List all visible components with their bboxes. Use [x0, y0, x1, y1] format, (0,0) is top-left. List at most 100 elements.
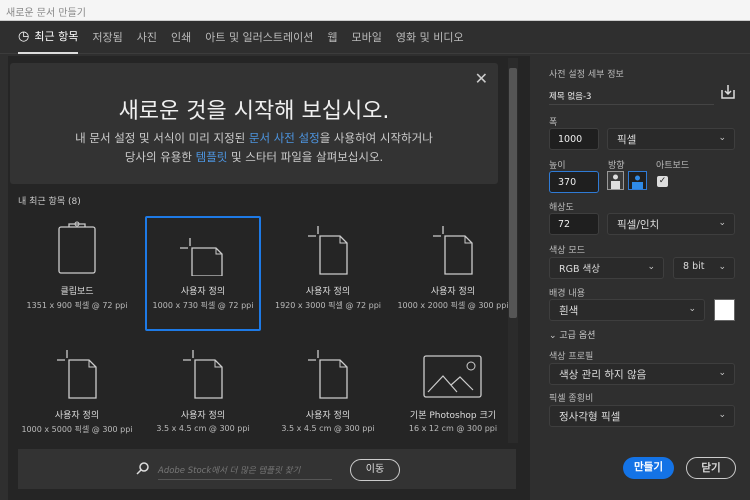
banner-title: 새로운 것을 시작해 보십시오.: [118, 99, 390, 124]
portrait-doc-icon: [397, 218, 509, 276]
pixel-aspect-label: 픽셀 종횡비: [549, 394, 594, 404]
background-select[interactable]: 흰색 ⌄: [549, 299, 705, 321]
tab-label: 최근 항목: [34, 30, 79, 43]
chevron-down-icon: ⌄: [718, 218, 726, 228]
tab-film-video[interactable]: 영화 및 비디오: [396, 21, 464, 54]
value: 정사각형 픽셀: [559, 411, 621, 423]
bit-depth-select[interactable]: 8 bit ⌄: [673, 257, 735, 279]
item-size: 3.5 x 4.5 cm @ 300 ppi: [281, 424, 375, 433]
recent-heading: 내 최근 항목 (8): [18, 194, 81, 207]
recent-item-card[interactable]: 사용자 정의 3.5 x 4.5 cm @ 300 ppi: [270, 340, 386, 455]
background-color-swatch[interactable]: [714, 299, 735, 321]
item-name: 사용자 정의: [180, 411, 226, 421]
recent-item-card[interactable]: 클립보드 1351 x 900 픽셀 @ 72 ppi: [19, 216, 135, 331]
recent-item-card[interactable]: 사용자 정의 1920 x 3000 픽셀 @ 72 ppi: [270, 216, 386, 331]
preset-details-header: 사전 설정 세부 정보: [549, 70, 624, 80]
recent-item-card[interactable]: 사용자 정의 3.5 x 4.5 cm @ 300 ppi: [145, 340, 261, 455]
item-name: 사용자 정의: [305, 411, 351, 421]
landscape-doc-icon: [147, 218, 259, 276]
tab-recent[interactable]: ◷ 최근 항목: [18, 21, 79, 54]
item-name: 클립보드: [60, 287, 94, 297]
advanced-label: 고급 옵션: [559, 331, 596, 341]
item-name: 사용자 정의: [430, 287, 476, 297]
chevron-down-icon: ⌄: [718, 410, 726, 420]
color-mode-label: 색상 모드: [549, 246, 585, 256]
recent-item-card[interactable]: 사용자 정의 1000 x 730 픽셀 @ 72 ppi: [145, 216, 261, 331]
text: 및 스타터 파일을 살펴보십시오.: [227, 150, 384, 164]
color-mode-select[interactable]: RGB 색상 ⌄: [549, 257, 664, 279]
search-icon: [136, 460, 150, 479]
text: 내 문서 설정 및 서식이 미리 지정된: [75, 131, 249, 145]
value: 흰색: [559, 305, 579, 317]
resolution-unit-select[interactable]: 픽셀/인치 ⌄: [607, 213, 735, 235]
close-button[interactable]: 닫기: [686, 457, 736, 479]
item-size: 1000 x 2000 픽셀 @ 300 ppi: [397, 301, 509, 310]
recent-label: 내 최근 항목: [18, 197, 66, 207]
recent-item-card[interactable]: 사용자 정의 1000 x 2000 픽셀 @ 300 ppi: [395, 216, 511, 331]
item-size: 1000 x 730 픽셀 @ 72 ppi: [152, 301, 254, 310]
value: 색상 관리 하지 않음: [559, 369, 647, 381]
background-label: 배경 내용: [549, 289, 585, 299]
artboard-checkbox[interactable]: ✓: [657, 176, 668, 187]
portrait-doc-icon: [272, 218, 384, 276]
width-input[interactable]: 1000: [549, 128, 599, 150]
chevron-down-icon: ⌄: [688, 304, 696, 314]
chevron-down-icon: ⌄: [647, 262, 655, 272]
recent-item-card[interactable]: 기본 Photoshop 크기 16 x 12 cm @ 300 ppi: [395, 340, 511, 455]
recent-item-card[interactable]: 사용자 정의 1000 x 5000 픽셀 @ 300 ppi: [19, 340, 135, 455]
width-unit-select[interactable]: 픽셀 ⌄: [607, 128, 735, 150]
close-banner-icon[interactable]: ✕: [475, 69, 488, 88]
item-name: 사용자 정의: [305, 287, 351, 297]
item-name: 기본 Photoshop 크기: [409, 411, 497, 421]
item-name: 사용자 정의: [180, 287, 226, 297]
text: 당사의 유용한: [124, 150, 196, 164]
artboard-label: 아트보드: [656, 161, 690, 171]
chevron-down-icon: ⌄: [718, 262, 726, 272]
templates-link[interactable]: 템플릿: [196, 150, 228, 164]
create-button[interactable]: 만들기: [623, 457, 674, 479]
document-name-input[interactable]: 제목 없음-3: [549, 87, 714, 105]
save-preset-icon[interactable]: [720, 84, 736, 104]
item-size: 1000 x 5000 픽셀 @ 300 ppi: [21, 425, 133, 434]
tab-saved[interactable]: 저장됨: [92, 21, 122, 54]
portrait-doc-icon: [147, 342, 259, 400]
resolution-label: 해상도: [549, 203, 574, 213]
pixel-aspect-select[interactable]: 정사각형 픽셀 ⌄: [549, 405, 735, 427]
chevron-down-icon: ⌄: [718, 133, 726, 143]
chevron-down-icon: ⌄: [549, 331, 560, 341]
portrait-orientation-button[interactable]: [607, 171, 624, 190]
document-presets-link[interactable]: 문서 사전 설정: [249, 131, 320, 145]
recent-count: (8): [68, 197, 81, 207]
text: 을 사용하여 시작하거나: [319, 131, 433, 145]
go-button[interactable]: 이동: [350, 459, 400, 481]
chevron-down-icon: ⌄: [718, 368, 726, 378]
item-size: 16 x 12 cm @ 300 ppi: [408, 424, 498, 433]
height-input[interactable]: 370: [549, 171, 599, 193]
item-size: 1351 x 900 픽셀 @ 72 ppi: [26, 301, 128, 310]
orientation-label: 방향: [608, 161, 625, 171]
portrait-doc-icon: [272, 342, 384, 400]
category-tabs: ◷ 최근 항목 저장됨 사진 인쇄 아트 및 일러스트레이션 웹 모바일 영화 및…: [0, 21, 750, 54]
stock-search-input[interactable]: Adobe Stock에서 더 많은 템플릿 찾기: [158, 458, 332, 480]
tab-print[interactable]: 인쇄: [171, 21, 191, 54]
image-icon: [397, 342, 509, 400]
tab-art[interactable]: 아트 및 일러스트레이션: [205, 21, 313, 54]
value: 픽셀: [617, 134, 637, 146]
advanced-options-toggle[interactable]: ⌄ 고급 옵션: [549, 328, 595, 341]
value: 픽셀/인치: [617, 219, 660, 231]
resolution-input[interactable]: 72: [549, 213, 599, 235]
clock-icon: ◷: [18, 28, 30, 44]
height-label: 높이: [549, 161, 566, 171]
landscape-orientation-button[interactable]: [628, 171, 647, 190]
clipboard-icon: [21, 218, 133, 276]
tab-mobile[interactable]: 모바일: [352, 21, 382, 54]
value: RGB 색상: [559, 264, 600, 275]
tab-web[interactable]: 웹: [327, 21, 337, 54]
color-profile-label: 색상 프로필: [549, 352, 594, 362]
item-size: 3.5 x 4.5 cm @ 300 ppi: [156, 424, 250, 433]
item-name: 사용자 정의: [54, 411, 100, 421]
tab-photo[interactable]: 사진: [137, 21, 157, 54]
color-profile-select[interactable]: 색상 관리 하지 않음 ⌄: [549, 363, 735, 385]
welcome-banner: ✕ 새로운 것을 시작해 보십시오. 내 문서 설정 및 서식이 미리 지정된 …: [10, 63, 498, 184]
window-title: 새로운 문서 만들기: [6, 8, 86, 19]
